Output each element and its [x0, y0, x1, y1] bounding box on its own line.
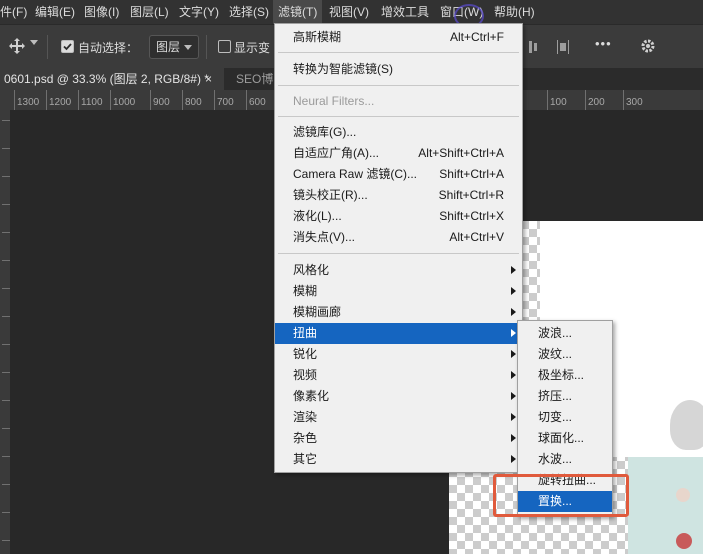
- chevron-down-icon: [184, 45, 192, 50]
- submenu-item-zigzag[interactable]: 水波...: [518, 449, 612, 470]
- menu-item-blur-gallery[interactable]: 模糊画廊: [275, 302, 522, 323]
- menu-item-other[interactable]: 其它: [275, 449, 522, 470]
- chevron-right-icon: [511, 287, 516, 295]
- submenu-item-wave[interactable]: 波浪...: [518, 323, 612, 344]
- ruler-label: 300: [626, 97, 643, 108]
- close-icon[interactable]: ×: [205, 68, 212, 90]
- image-decoration: [670, 400, 703, 450]
- menu-item-lens-correction[interactable]: 镜头校正(R)... Shift+Ctrl+R: [275, 185, 522, 206]
- menu-plugins[interactable]: 增效工具: [381, 0, 429, 24]
- show-transform-label: 显示变: [234, 41, 271, 55]
- menu-item-gaussian-blur[interactable]: 高斯模糊 Alt+Ctrl+F: [275, 27, 522, 48]
- menu-item-neural-filters: Neural Filters...: [293, 94, 375, 108]
- menu-type[interactable]: 文字(Y): [179, 0, 219, 24]
- move-tool-icon[interactable]: [8, 37, 26, 55]
- chevron-right-icon: [511, 413, 516, 421]
- ruler-label: 700: [217, 97, 234, 108]
- menu-item-convert-smart-filter[interactable]: 转换为智能滤镜(S): [275, 59, 522, 80]
- chevron-right-icon: [511, 350, 516, 358]
- submenu-item-ripple[interactable]: 波纹...: [518, 344, 612, 365]
- menu-item-adaptive-wide-angle[interactable]: 自适应广角(A)... Alt+Shift+Ctrl+A: [275, 143, 522, 164]
- check-icon: [63, 43, 72, 51]
- menu-item-camera-raw[interactable]: Camera Raw 滤镜(C)... Shift+Ctrl+A: [275, 164, 522, 185]
- ruler-label: 100: [550, 97, 567, 108]
- menu-item-sharpen[interactable]: 锐化: [275, 344, 522, 365]
- layer-dropdown[interactable]: 图层: [149, 35, 199, 59]
- menu-view[interactable]: 视图(V): [329, 0, 369, 24]
- ruler-label: 1300: [17, 97, 40, 108]
- menu-item-vanishing-point[interactable]: 消失点(V)... Alt+Ctrl+V: [275, 227, 522, 248]
- ruler-label: 200: [588, 97, 605, 108]
- chevron-right-icon: [511, 392, 516, 400]
- ruler-label: 1000: [113, 97, 136, 108]
- menu-item-stylize[interactable]: 风格化: [275, 260, 522, 281]
- menu-item-video[interactable]: 视频: [275, 365, 522, 386]
- ruler-label: 900: [153, 97, 170, 108]
- menu-select[interactable]: 选择(S): [229, 0, 269, 24]
- ruler-label: 800: [185, 97, 202, 108]
- distribute-icon[interactable]: [556, 39, 570, 55]
- tab-document-active[interactable]: 0601.psd @ 33.3% (图层 2, RGB/8#) * ×: [0, 68, 224, 90]
- menu-filter[interactable]: 滤镜(T): [273, 0, 323, 24]
- chevron-right-icon: [511, 455, 516, 463]
- ruler-label: 600: [249, 97, 266, 108]
- annotation-highlight-box: [493, 474, 629, 517]
- gear-icon[interactable]: [640, 38, 656, 54]
- menu-item-pixelate[interactable]: 像素化: [275, 386, 522, 407]
- align-icon[interactable]: [528, 39, 542, 55]
- menu-item-distort[interactable]: 扭曲: [275, 323, 522, 344]
- menu-item-render[interactable]: 渲染: [275, 407, 522, 428]
- auto-select-checkbox[interactable]: [61, 40, 74, 53]
- menu-item-filter-gallery[interactable]: 滤镜库(G)...: [275, 122, 522, 143]
- ruler-label: 1200: [49, 97, 72, 108]
- auto-select-label: 自动选择：: [78, 41, 139, 55]
- more-options-button[interactable]: •••: [595, 36, 612, 51]
- filter-menu: 高斯模糊 Alt+Ctrl+F 转换为智能滤镜(S) Neural Filters…: [274, 23, 523, 473]
- submenu-item-polar-coordinates[interactable]: 极坐标...: [518, 365, 612, 386]
- chevron-right-icon: [511, 266, 516, 274]
- menu-file[interactable]: 件(F): [0, 0, 27, 24]
- menu-item-blur[interactable]: 模糊: [275, 281, 522, 302]
- submenu-item-spherize[interactable]: 球面化...: [518, 428, 612, 449]
- menu-edit[interactable]: 编辑(E): [35, 0, 75, 24]
- menu-help[interactable]: 帮助(H): [494, 0, 535, 24]
- divider: [206, 35, 207, 59]
- chevron-right-icon: [511, 308, 516, 316]
- submenu-item-shear[interactable]: 切变...: [518, 407, 612, 428]
- menu-image[interactable]: 图像(I): [84, 0, 119, 24]
- menu-item-liquify[interactable]: 液化(L)... Shift+Ctrl+X: [275, 206, 522, 227]
- chevron-right-icon: [511, 371, 516, 379]
- layer-dropdown-value: 图层: [156, 40, 181, 54]
- menu-layer[interactable]: 图层(L): [130, 0, 169, 24]
- submenu-item-pinch[interactable]: 挤压...: [518, 386, 612, 407]
- tab-title: 0601.psd @ 33.3% (图层 2, RGB/8#) *: [4, 72, 209, 86]
- image-decoration: [676, 533, 692, 549]
- chevron-right-icon: [511, 434, 516, 442]
- divider: [47, 35, 48, 59]
- ruler-label: 1100: [81, 97, 103, 108]
- show-transform-checkbox[interactable]: [218, 40, 231, 53]
- chevron-right-icon: [511, 329, 516, 337]
- menu-item-noise[interactable]: 杂色: [275, 428, 522, 449]
- image-decoration: [676, 488, 690, 502]
- ruler-vertical[interactable]: [0, 110, 10, 554]
- chevron-down-icon[interactable]: [30, 40, 38, 45]
- menu-bar: 件(F) 编辑(E) 图像(I) 图层(L) 文字(Y) 选择(S) 滤镜(T)…: [0, 0, 703, 28]
